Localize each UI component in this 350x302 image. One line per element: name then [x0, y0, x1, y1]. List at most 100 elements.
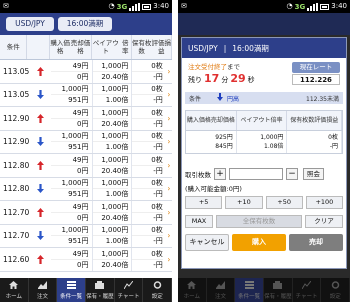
chevron-right-icon: ›: [167, 160, 171, 170]
increment-button[interactable]: +50: [265, 196, 303, 209]
condition-label: 条件: [189, 95, 202, 103]
arrow-up-icon: [29, 60, 51, 83]
countdown-seconds: 29: [230, 72, 246, 85]
chevron-right-icon: ›: [167, 113, 171, 123]
tab-list[interactable]: 条件一覧: [235, 278, 265, 302]
increment-button[interactable]: +5: [185, 196, 223, 209]
order-dialog-screen: ✉ ◔ 3G 3:40 USD/JPY | 16:00満期 注文受付終了まで 残…: [178, 0, 350, 302]
dialog-duration: 16:00満期: [232, 43, 269, 53]
instrument-header: USD/JPY 16:00満期: [0, 13, 172, 35]
quantity-minus-button[interactable]: −: [286, 168, 298, 180]
home-icon: [9, 281, 19, 292]
list-icon: [66, 281, 76, 292]
tab-label: 条件一覧: [238, 294, 261, 300]
arrow-up-icon: [29, 201, 51, 224]
clear-button[interactable]: クリア: [305, 215, 343, 228]
strike-row[interactable]: 112.80 1,000円 951円 1,000円 1.00倍 0枚 -円 ›: [0, 177, 172, 201]
tab-label: 設定: [329, 294, 341, 300]
increment-button[interactable]: +10: [225, 196, 263, 209]
signal-icon: [129, 2, 141, 11]
header-price: 購入価格 売却価格: [50, 35, 92, 59]
inquiry-button[interactable]: 照会: [303, 168, 324, 180]
holding-cell: 0枚 -円: [132, 178, 165, 201]
holding-cell: 0枚 -円: [132, 248, 165, 271]
strike-value: 113.05: [3, 66, 30, 76]
max-button[interactable]: MAX: [185, 215, 213, 228]
available-amount: (購入可能金額:0円): [185, 185, 242, 193]
tab-chart[interactable]: チャート: [115, 278, 144, 302]
order-dialog: USD/JPY | 16:00満期 注文受付終了まで 残り 17 分 29 秒 …: [181, 37, 347, 269]
holding-cell: 0枚 -円: [132, 225, 165, 248]
cell-payout: 1,000円 1.08倍: [237, 131, 288, 153]
all-holdings-button[interactable]: 全保有枚数: [216, 215, 302, 228]
strike-list: 113.05 49円 0円 1,000円 20.40倍 0枚 -円 › 113.05 1,000円…: [0, 60, 172, 272]
strike-row[interactable]: 112.70 49円 0円 1,000円 20.40倍 0枚 -円 ›: [0, 201, 172, 225]
strike-row[interactable]: 112.90 1,000円 951円 1,000円 1.00倍 0枚 -円 ›: [0, 130, 172, 154]
condition-row: 条件 円高 112.35未満: [185, 92, 343, 104]
tab-briefcase[interactable]: 保有・履歴: [264, 278, 293, 302]
clock: 3:40: [331, 2, 347, 10]
strike-row[interactable]: 113.05 1,000円 951円 1,000円 1.00倍 0枚 -円 ›: [0, 83, 172, 107]
tab-home[interactable]: ホーム: [178, 278, 207, 302]
increment-button[interactable]: +100: [305, 196, 343, 209]
increment-buttons: +5 +10 +50 +100: [185, 196, 343, 209]
payout-cell: 1,000円 1.00倍: [92, 83, 133, 106]
title-divider: |: [223, 43, 227, 53]
dialog-symbol: USD/JPY: [188, 43, 218, 53]
holding-cell: 0枚 -円: [132, 131, 165, 154]
chevron-right-icon: ›: [167, 66, 171, 76]
payout-cell: 1,000円 20.40倍: [92, 154, 133, 177]
tab-label: 条件一覧: [60, 294, 83, 300]
strike-row[interactable]: 112.80 49円 0円 1,000円 20.40倍 0枚 -円 ›: [0, 154, 172, 178]
chevron-right-icon: ›: [167, 254, 171, 264]
tab-label: チャート: [117, 294, 140, 300]
strike-row[interactable]: 112.60 49円 0円 1,000円 20.40倍 0枚 -円 ›: [0, 248, 172, 272]
strike-row[interactable]: 113.05 49円 0円 1,000円 20.40倍 0枚 -円 ›: [0, 60, 172, 84]
tab-chart[interactable]: チャート: [293, 278, 322, 302]
arrow-up-icon: [29, 154, 51, 177]
strike-row[interactable]: 112.90 49円 0円 1,000円 20.40倍 0枚 -円 ›: [0, 107, 172, 131]
chevron-right-icon: ›: [167, 231, 171, 241]
dialog-title: USD/JPY | 16:00満期: [182, 38, 346, 58]
tab-label: ホーム: [183, 294, 200, 300]
header-strike: 条件: [0, 35, 28, 59]
tab-order[interactable]: 注文: [29, 278, 58, 302]
tab-gear[interactable]: 設定: [321, 278, 350, 302]
briefcase-icon: [273, 281, 283, 292]
price-cell: 1,000円 951円: [51, 224, 93, 247]
strike-value: 112.80: [3, 160, 30, 170]
cancel-button[interactable]: キャンセル: [185, 234, 229, 251]
strike-row[interactable]: 112.70 1,000円 951円 1,000円 1.00倍 0枚 -円 ›: [0, 224, 172, 248]
current-rate-button[interactable]: 現在レート: [292, 62, 340, 73]
strike-value: 112.90: [3, 137, 30, 147]
payout-cell: 1,000円 20.40倍: [92, 201, 133, 224]
tab-list[interactable]: 条件一覧: [57, 278, 87, 302]
chevron-right-icon: ›: [167, 90, 171, 100]
header-payout: ペイアウト 倍率: [92, 35, 132, 59]
arrow-down-icon: [29, 84, 51, 107]
tab-order[interactable]: 注文: [207, 278, 236, 302]
expiry-selector[interactable]: 16:00満期: [58, 17, 112, 31]
chart-icon: [123, 280, 134, 292]
arrow-down-icon: [29, 225, 51, 248]
clock: 3:40: [153, 2, 169, 10]
tab-gear[interactable]: 設定: [143, 278, 172, 302]
gear-icon: [153, 281, 162, 292]
condition-direction: 円高: [227, 95, 240, 103]
bottom-tab-bar-dimmed: ホーム 注文 条件一覧 保有・履歴 チャート 設定: [178, 278, 350, 302]
tab-home[interactable]: ホーム: [0, 278, 29, 302]
dialog-actions: キャンセル 購入 売却: [185, 234, 343, 251]
signal-icon: [307, 2, 319, 11]
tab-label: 注文: [215, 294, 227, 300]
chevron-right-icon: ›: [167, 184, 171, 194]
strike-value: 112.70: [3, 207, 30, 217]
price-cell: 49円 0円: [51, 248, 93, 271]
buy-button[interactable]: 購入: [232, 234, 286, 251]
status-bar: ✉ ◔ 3G 3:40: [0, 0, 172, 13]
tab-briefcase[interactable]: 保有・履歴: [86, 278, 115, 302]
quantity-input[interactable]: [229, 168, 283, 180]
symbol-selector[interactable]: USD/JPY: [6, 17, 54, 31]
quantity-plus-button[interactable]: +: [214, 168, 226, 180]
tab-label: 設定: [151, 294, 163, 300]
sell-button[interactable]: 売却: [289, 234, 343, 251]
